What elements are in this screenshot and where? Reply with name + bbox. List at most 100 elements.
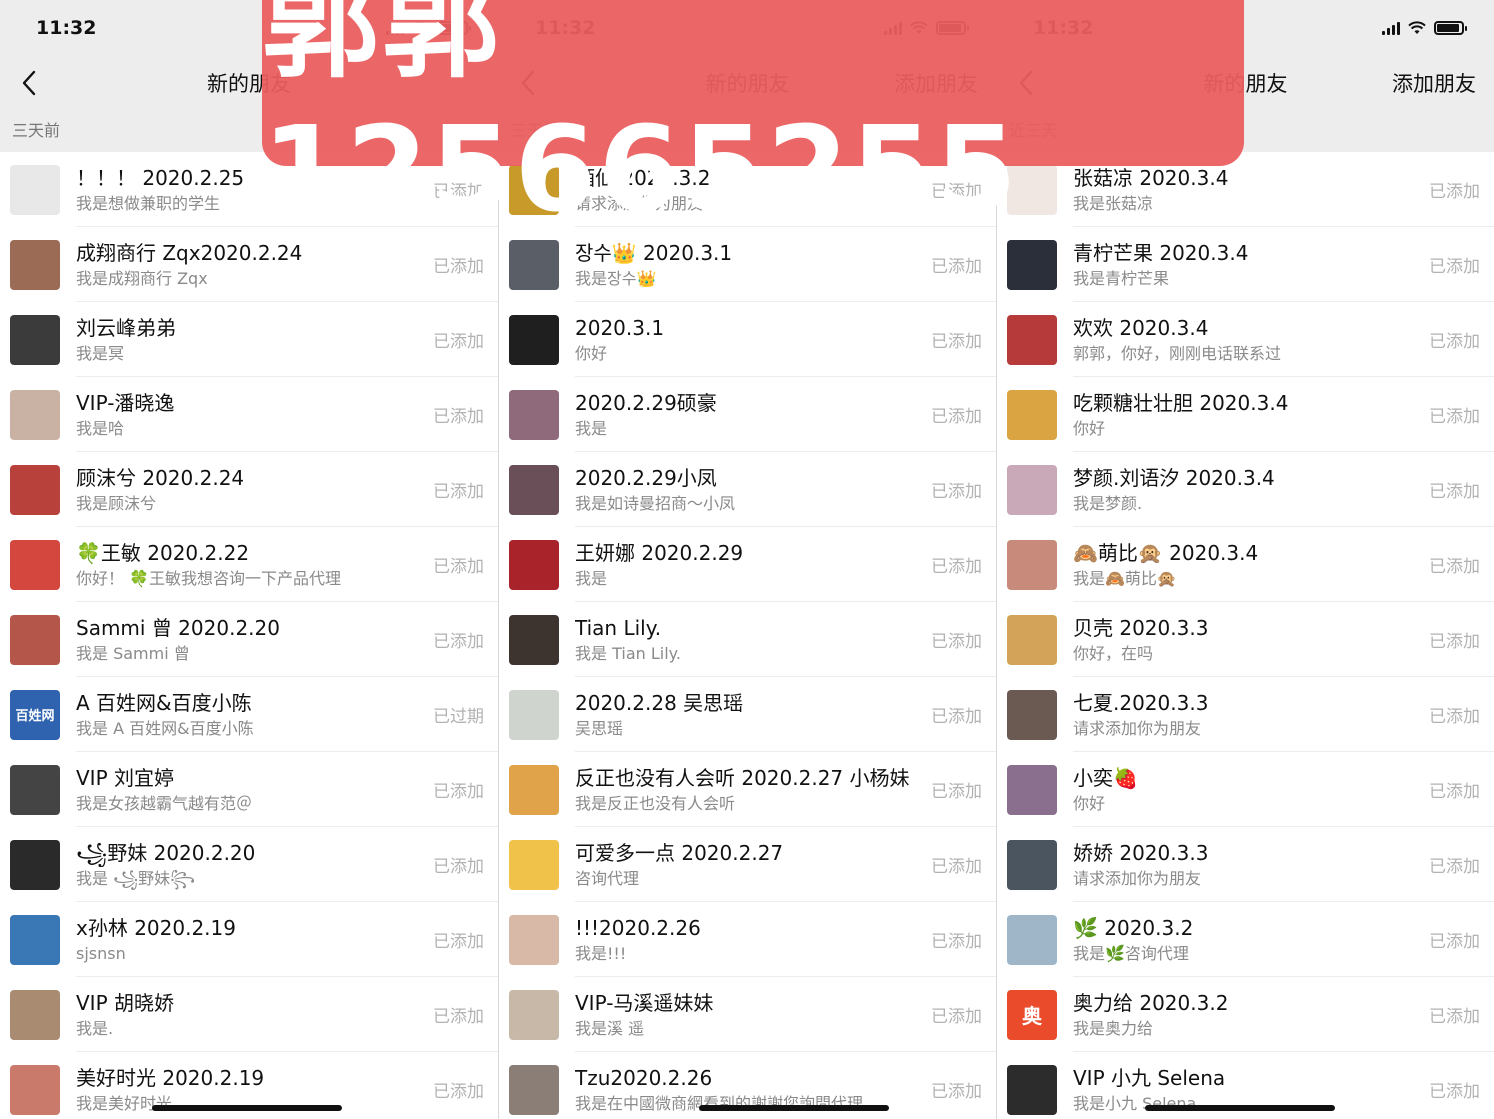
avatar[interactable]: [10, 839, 60, 890]
friend-request-row[interactable]: x孙林 2020.2.19 sjsnsn 已添加: [0, 902, 498, 977]
avatar[interactable]: [1007, 389, 1057, 440]
avatar[interactable]: [1007, 764, 1057, 815]
friend-request-row[interactable]: 梦颜.刘语汐 2020.3.4 我是梦颜. 已添加: [997, 452, 1494, 527]
friend-request-row[interactable]: 王妍娜 2020.2.29 我是 已添加: [499, 527, 996, 602]
friend-request-row[interactable]: ꧁野妹 2020.2.20 我是 ꧁野妹꧂ 已添加: [0, 827, 498, 902]
friend-request-list: 张菇凉 2020.3.4 我是张菇凉 已添加 青柠芒果 2020.3.4 我是青柠芒果已…: [997, 152, 1494, 1119]
friend-request-row[interactable]: VIP-潘晓逸 我是哈 已添加: [0, 377, 498, 452]
friend-request-row[interactable]: 2020.3.1 你好 已添加: [499, 302, 996, 377]
request-message: 你好！ 🍀王敏我想咨询一下产品代理: [76, 568, 342, 588]
avatar[interactable]: 百姓网: [10, 689, 60, 740]
friend-request-row[interactable]: 🌿 2020.3.2 我是🌿咨询代理 已添加: [997, 902, 1494, 977]
friend-request-row[interactable]: 青柠芒果 2020.3.4 我是青柠芒果 已添加: [997, 227, 1494, 302]
avatar[interactable]: [509, 464, 559, 515]
row-info: 娇娇 2020.3.3 请求添加你为朋友: [1073, 839, 1410, 891]
request-message: 我是冥: [76, 343, 125, 363]
friend-request-row[interactable]: VIP 刘宜婷 我是女孩越霸气越有范＠ 已添加: [0, 752, 498, 827]
avatar[interactable]: [509, 539, 559, 590]
contact-name: 장수👑 2020.3.1: [575, 240, 733, 265]
friend-request-row[interactable]: 吃颗糖壮壮胆 2020.3.4 你好 已添加: [997, 377, 1494, 452]
row-info: VIP-潘晓逸 我是哈: [76, 389, 414, 441]
friend-request-row[interactable]: VIP 胡晓娇 我是. 已添加: [0, 977, 498, 1052]
avatar[interactable]: [509, 914, 559, 965]
avatar[interactable]: [1007, 1064, 1057, 1115]
avatar[interactable]: [10, 164, 60, 215]
friend-request-row[interactable]: 🍀王敏 2020.2.22 你好！ 🍀王敏我想咨询一下产品代理 已添加: [0, 527, 498, 602]
friend-request-row[interactable]: 欢欢 2020.3.4 郭郭，你好，刚刚电话联系过 已添加: [997, 302, 1494, 377]
avatar[interactable]: 奥: [1007, 989, 1057, 1040]
avatar[interactable]: [10, 914, 60, 965]
friend-request-row[interactable]: 百姓网 A 百姓网&百度小陈 我是 A 百姓网&百度小陈 已过期: [0, 677, 498, 752]
avatar[interactable]: [1007, 239, 1057, 290]
request-status: 已添加: [931, 407, 982, 427]
friend-request-row[interactable]: !!!2020.2.26 我是!!! 已添加: [499, 902, 996, 977]
friend-request-row[interactable]: 2020.2.29小凤 我是如诗曼招商～小凤 已添加: [499, 452, 996, 527]
avatar[interactable]: [10, 614, 60, 665]
request-message: 我是 A 百姓网&百度小陈: [76, 718, 254, 738]
avatar[interactable]: [10, 314, 60, 365]
request-status: 已添加: [1429, 407, 1480, 427]
avatar[interactable]: [1007, 314, 1057, 365]
avatar[interactable]: [1007, 464, 1057, 515]
avatar[interactable]: [509, 839, 559, 890]
avatar[interactable]: [509, 1064, 559, 1115]
request-status: 已添加: [931, 257, 982, 277]
avatar[interactable]: [509, 989, 559, 1040]
avatar[interactable]: [10, 1064, 60, 1115]
avatar[interactable]: [509, 764, 559, 815]
row-info: 2020.2.29小凤 我是如诗曼招商～小凤: [575, 464, 912, 516]
friend-request-row[interactable]: 顾沫兮 2020.2.24 我是顾沫兮 已添加: [0, 452, 498, 527]
request-status: 已添加: [931, 557, 982, 577]
request-status: 已添加: [1429, 257, 1480, 277]
friend-request-row[interactable]: 娇娇 2020.3.3 请求添加你为朋友 已添加: [997, 827, 1494, 902]
friend-request-row[interactable]: VIP-马溪遥妹妹 我是溪 遥已添加: [499, 977, 996, 1052]
friend-request-row[interactable]: 2020.2.28 吴思瑶 吴思瑶 已添加: [499, 677, 996, 752]
avatar[interactable]: [10, 464, 60, 515]
friend-request-row[interactable]: 장수👑 2020.3.1 我是장수👑 已添加: [499, 227, 996, 302]
friend-request-row[interactable]: 反正也没有人会听 2020.2.27 小杨妹 我是反正也没有人会听 已添加: [499, 752, 996, 827]
friend-request-row[interactable]: 贝壳 2020.3.3 你好，在吗 已添加: [997, 602, 1494, 677]
request-message: 我是: [575, 568, 608, 588]
request-status: 已添加: [433, 257, 484, 277]
friend-request-row[interactable]: 🙈萌比🙊 2020.3.4 我是🙈萌比🙊 已添加: [997, 527, 1494, 602]
avatar[interactable]: [509, 239, 559, 290]
request-message: 郭郭，你好，刚刚电话联系过: [1073, 343, 1282, 363]
request-message: 我是小九 Selena: [1073, 1093, 1197, 1113]
contact-name: 成翔商行 Zqx2020.2.24: [76, 240, 303, 265]
request-status: 已添加: [433, 632, 484, 652]
add-friend-button[interactable]: 添加朋友: [1392, 68, 1476, 98]
friend-request-row[interactable]: Sammi 曾 2020.2.20 我是 Sammi 曾 已添加: [0, 602, 498, 677]
friend-request-row[interactable]: 奥 奥力给 2020.3.2 我是奥力给 已添加: [997, 977, 1494, 1052]
friend-request-row[interactable]: Tian Lily. 我是 Tian Lily. 已添加: [499, 602, 996, 677]
friend-request-row[interactable]: 刘云峰弟弟 我是冥 已添加: [0, 302, 498, 377]
contact-name: 2020.2.29小凤: [575, 465, 717, 490]
avatar[interactable]: [10, 539, 60, 590]
friend-request-row[interactable]: 七夏.2020.3.3 请求添加你为朋友 已添加: [997, 677, 1494, 752]
avatar[interactable]: [1007, 614, 1057, 665]
row-info: 顾沫兮 2020.2.24 我是顾沫兮: [76, 464, 414, 516]
request-message: 我是女孩越霸气越有范＠: [76, 793, 253, 813]
contact-name: 奥力给 2020.3.2: [1073, 990, 1229, 1015]
avatar[interactable]: [1007, 914, 1057, 965]
request-message: 你好: [1073, 418, 1106, 438]
friend-request-row[interactable]: 成翔商行 Zqx2020.2.24 我是成翔商行 Zqx 已添加: [0, 227, 498, 302]
request-status: 已添加: [433, 332, 484, 352]
friend-request-row[interactable]: 小奕🍓 你好 已添加: [997, 752, 1494, 827]
row-info: 反正也没有人会听 2020.2.27 小杨妹 我是反正也没有人会听: [575, 764, 912, 816]
avatar-label: 奥: [1022, 1004, 1042, 1028]
home-indicator: [152, 1105, 342, 1111]
friend-request-row[interactable]: 2020.2.29硕豪 我是 已添加: [499, 377, 996, 452]
avatar[interactable]: [1007, 539, 1057, 590]
avatar[interactable]: [509, 614, 559, 665]
avatar[interactable]: [10, 989, 60, 1040]
avatar[interactable]: [509, 389, 559, 440]
avatar[interactable]: [1007, 839, 1057, 890]
avatar[interactable]: [10, 764, 60, 815]
contact-name: 青柠芒果 2020.3.4: [1073, 240, 1249, 265]
avatar[interactable]: [1007, 689, 1057, 740]
friend-request-row[interactable]: 可爱多一点 2020.2.27 咨询代理 已添加: [499, 827, 996, 902]
avatar[interactable]: [10, 389, 60, 440]
avatar[interactable]: [10, 239, 60, 290]
avatar[interactable]: [509, 689, 559, 740]
avatar[interactable]: [509, 314, 559, 365]
